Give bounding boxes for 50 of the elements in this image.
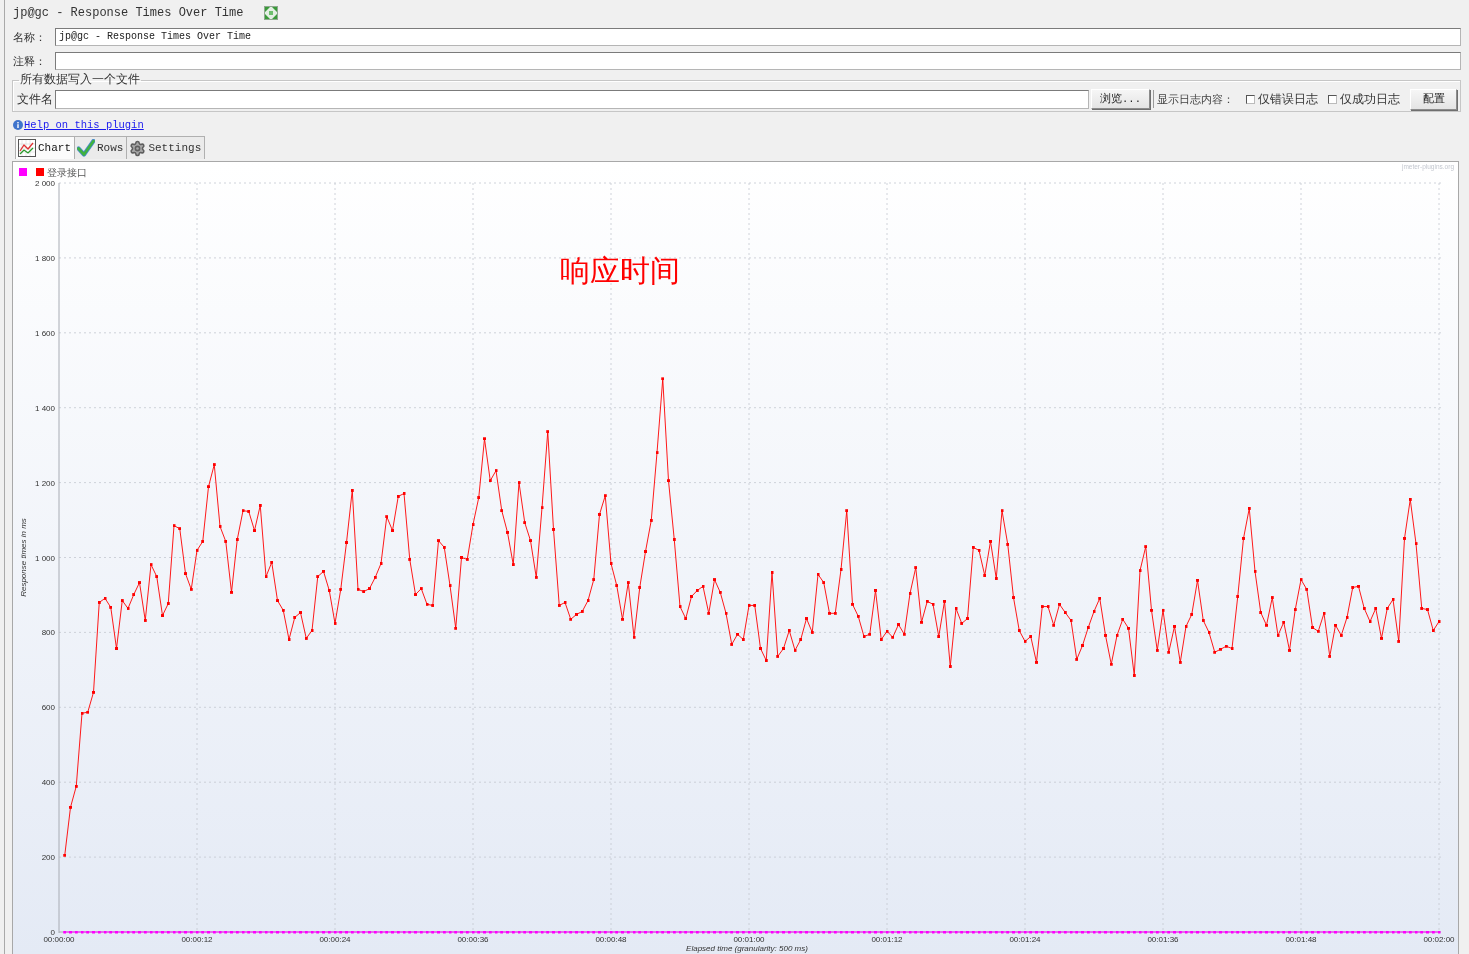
info-icon <box>13 119 23 130</box>
legend-label: 登录接口 <box>47 168 87 179</box>
checkbox-label[interactable]: 仅成功日志 <box>1340 90 1400 108</box>
y-tick-label: 1 400 <box>34 403 55 413</box>
y-tick-label: 400 <box>41 778 55 788</box>
chart-annotation: 响应时间 <box>560 256 680 290</box>
y-tick-label: 1 800 <box>34 253 55 263</box>
tab[interactable]: Chart <box>15 136 75 159</box>
checkmark-icon <box>77 139 95 157</box>
x-tick-label: 00:01:36 <box>1147 935 1179 944</box>
checkbox-label[interactable]: 仅错误日志 <box>1258 90 1318 108</box>
filename-field[interactable] <box>55 89 1089 109</box>
x-tick-label: 00:01:12 <box>871 935 903 944</box>
x-tick-label: 00:00:00 <box>43 935 75 944</box>
log-options-label: 显示日志内容： <box>1157 92 1234 107</box>
x-tick-label: 00:00:36 <box>457 935 489 944</box>
x-tick-label: 00:02:00 <box>1423 935 1455 944</box>
expand-icon[interactable] <box>264 6 279 20</box>
group-title: 所有数据写入一个文件 <box>19 73 141 87</box>
tab[interactable]: Settings <box>126 136 206 159</box>
gear-icon <box>129 139 147 157</box>
x-tick-label: 00:00:48 <box>595 935 627 944</box>
browse-button[interactable]: 浏览... <box>1091 89 1150 109</box>
x-tick-label: 00:01:48 <box>1285 935 1317 944</box>
checkbox[interactable] <box>1246 94 1255 104</box>
y-tick-label: 1 600 <box>34 328 55 338</box>
x-tick-label: 00:00:12 <box>181 935 213 944</box>
y-axis-title: Response times in ms <box>19 518 28 597</box>
line-chart-icon <box>18 139 36 157</box>
text-field[interactable]: jp@gc - Response Times Over Time <box>55 28 1461 46</box>
y-tick-label: 200 <box>41 853 55 863</box>
tab[interactable]: Rows <box>74 136 128 159</box>
y-tick-label: 800 <box>41 628 55 638</box>
field-label: 文件名 <box>17 91 54 108</box>
field-label: 注释： <box>13 54 47 69</box>
window-title: jp@gc - Response Times Over Time <box>13 6 244 20</box>
y-tick-label: 1 000 <box>34 553 55 563</box>
config-button[interactable]: 配置 <box>1410 88 1457 110</box>
checkbox[interactable] <box>1328 94 1337 104</box>
x-tick-label: 00:00:24 <box>319 935 351 944</box>
y-tick-label: 0 <box>50 928 55 937</box>
x-tick-label: 00:01:00 <box>733 935 765 944</box>
x-tick-label: 00:01:24 <box>1009 935 1041 944</box>
field-label: 名称： <box>13 30 47 45</box>
y-tick-label: 1 200 <box>34 478 55 488</box>
text-field[interactable] <box>55 52 1461 70</box>
y-tick-label: 600 <box>41 703 55 713</box>
x-axis-title: Elapsed time (granularity: 500 ms) <box>686 944 808 953</box>
help-link[interactable]: Help on this plugin <box>24 118 144 131</box>
y-tick-label: 2 000 <box>34 179 55 188</box>
